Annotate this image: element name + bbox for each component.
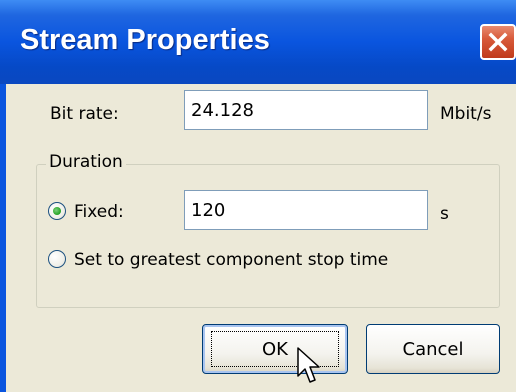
cancel-button-label: Cancel: [402, 338, 464, 360]
fixed-radio[interactable]: [48, 202, 66, 220]
title-bar[interactable]: Stream Properties: [0, 0, 516, 84]
radio-selected-dot: [53, 207, 61, 215]
ok-button[interactable]: OK: [202, 324, 348, 374]
stream-properties-dialog: Stream Properties Bit rate: Mbit/s Durat…: [0, 0, 516, 392]
bitrate-label: Bit rate:: [50, 104, 119, 124]
fixed-duration-input[interactable]: [184, 190, 428, 230]
mouse-cursor-icon: [296, 346, 320, 390]
window-border: [0, 84, 6, 392]
fixed-label[interactable]: Fixed:: [74, 202, 124, 222]
fixed-unit: s: [440, 204, 449, 224]
duration-group-label: Duration: [46, 152, 126, 172]
duration-groupbox: [36, 164, 500, 308]
close-button[interactable]: [480, 24, 516, 60]
bitrate-input[interactable]: [184, 90, 428, 130]
greatest-stop-time-label[interactable]: Set to greatest component stop time: [74, 250, 388, 270]
cancel-button[interactable]: Cancel: [366, 324, 500, 374]
greatest-stop-time-radio[interactable]: [48, 250, 66, 268]
bitrate-unit: Mbit/s: [440, 104, 492, 124]
window-title: Stream Properties: [20, 24, 270, 56]
